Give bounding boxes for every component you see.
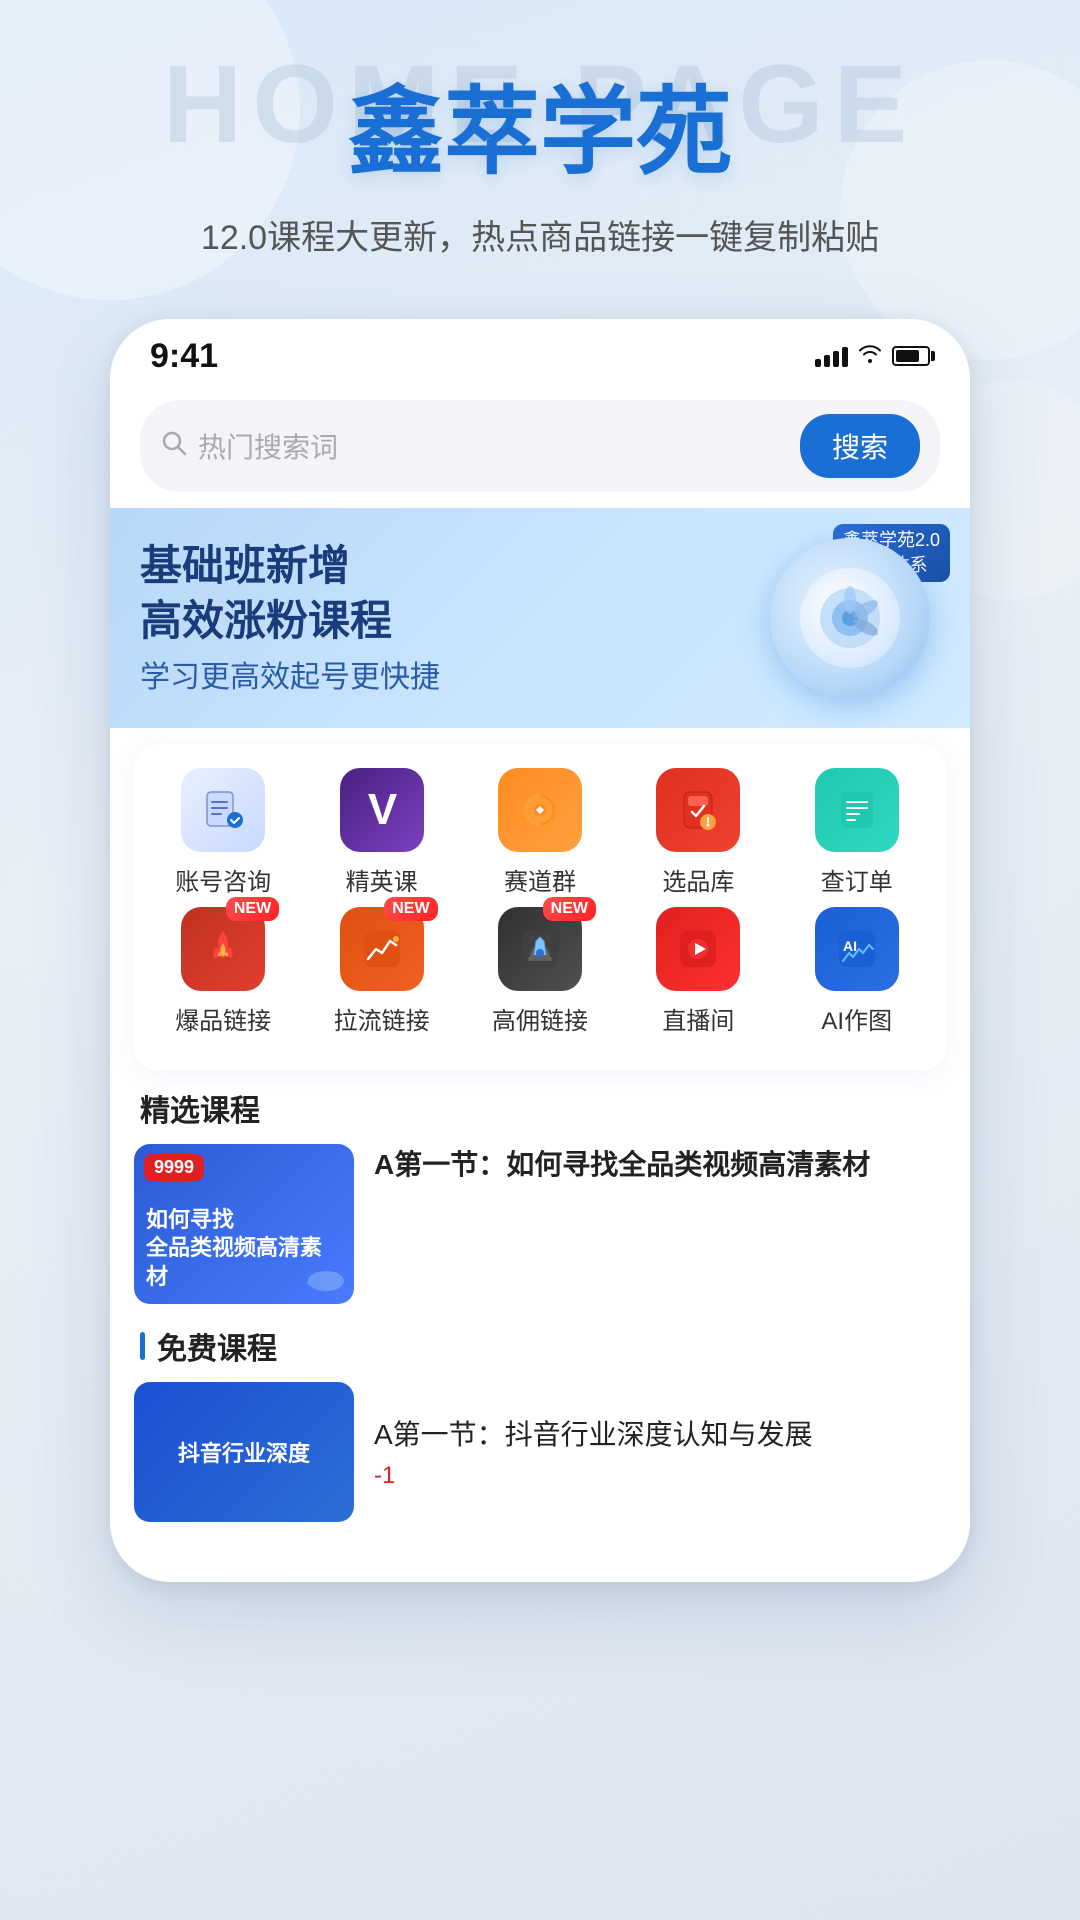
- banner-title-line1: 基础班新增: [140, 539, 760, 594]
- grid-icon-wrap-account: [181, 768, 265, 852]
- search-button[interactable]: 搜索: [800, 414, 920, 478]
- grid-icon-elite: V: [340, 768, 424, 852]
- app-subtitle: 12.0课程大更新，热点商品链接一键复制粘贴: [0, 210, 1080, 259]
- grid-icon-wrap-hot: NEW: [181, 907, 265, 991]
- free-courses-title: 免费课程: [157, 1324, 277, 1368]
- status-icons: [815, 343, 930, 369]
- course-thumb-1: 9999 如何寻找全品类视频高清素材: [134, 1144, 354, 1304]
- course-title-1: A第一节：如何寻找全品类视频高清素材: [374, 1144, 946, 1186]
- free-course-title-1: A第一节：抖音行业深度认知与发展: [374, 1414, 813, 1456]
- phone-mockup: 9:41: [110, 319, 970, 1582]
- grid-icon-ai: AI: [815, 907, 899, 991]
- grid-icon-race: [498, 768, 582, 852]
- status-bar: 9:41: [110, 319, 970, 386]
- bottom-spacing: [110, 1542, 970, 1582]
- grid-item-high[interactable]: NEW 高佣链接: [475, 907, 605, 1036]
- status-time: 9:41: [150, 337, 218, 376]
- banner-text-area: 基础班新增 高效涨粉课程 学习更高效起号更快捷: [140, 539, 760, 696]
- new-badge-high: NEW: [543, 897, 596, 921]
- signal-bar-3: [833, 351, 839, 367]
- search-icon: [160, 429, 188, 462]
- signal-bar-2: [824, 355, 830, 367]
- svg-text:AI: AI: [843, 938, 857, 954]
- free-course-row[interactable]: 抖音行业深度 A第一节：抖音行业深度认知与发展 -1: [110, 1382, 970, 1542]
- grid-icon-wrap-high: NEW: [498, 907, 582, 991]
- grid-label-pull: 拉流链接: [334, 1001, 430, 1036]
- grid-menu-card: 账号咨询 V 精英课: [134, 744, 946, 1070]
- grid-label-order: 查订单: [821, 862, 893, 897]
- banner-subtitle: 学习更高效起号更快捷: [140, 652, 760, 696]
- grid-icon-order: [815, 768, 899, 852]
- grid-row-2: NEW 爆品链接 NEW: [144, 907, 936, 1036]
- grid-item-select[interactable]: 选品库: [633, 768, 763, 897]
- grid-label-hot: 爆品链接: [175, 1001, 271, 1036]
- new-badge-pull: NEW: [384, 897, 437, 921]
- grid-item-order[interactable]: 查订单: [792, 768, 922, 897]
- header-section: HOME PAGE 鑫萃学苑 12.0课程大更新，热点商品链接一键复制粘贴: [0, 0, 1080, 259]
- grid-item-race[interactable]: 赛道群: [475, 768, 605, 897]
- section-divider: [140, 1332, 145, 1360]
- grid-icon-wrap-select: [656, 768, 740, 852]
- grid-label-select: 选品库: [662, 862, 734, 897]
- grid-item-account[interactable]: 账号咨询: [158, 768, 288, 897]
- course-info-1: A第一节：如何寻找全品类视频高清素材: [374, 1144, 946, 1186]
- wifi-icon: [858, 343, 882, 369]
- phone-mockup-wrapper: 9:41: [0, 319, 1080, 1582]
- free-course-sub-1: -1: [374, 1462, 813, 1490]
- grid-icon-wrap-pull: NEW: [340, 907, 424, 991]
- banner: 基础班新增 高效涨粉课程 学习更高效起号更快捷 鑫萃学苑2.0 支付体系: [110, 508, 970, 728]
- course-thumb-badge-1: 9999: [144, 1154, 204, 1181]
- grid-item-pull[interactable]: NEW 拉流链接: [317, 907, 447, 1036]
- free-course-info-1: A第一节：抖音行业深度认知与发展 -1: [374, 1414, 813, 1490]
- banner-image-area: [760, 528, 940, 708]
- grid-row-1: 账号咨询 V 精英课: [144, 768, 936, 897]
- new-badge-hot: NEW: [226, 897, 279, 921]
- grid-label-elite: 精英课: [346, 862, 418, 897]
- signal-bar-1: [815, 359, 821, 367]
- grid-icon-wrap-live: [656, 907, 740, 991]
- grid-icon-account: [181, 768, 265, 852]
- battery-fill: [896, 350, 919, 362]
- free-thumb-text-1: 抖音行业深度: [170, 1428, 318, 1476]
- grid-label-live: 直播间: [662, 1001, 734, 1036]
- grid-label-ai: AI作图: [821, 1001, 892, 1036]
- grid-icon-wrap-order: [815, 768, 899, 852]
- grid-icon-wrap-elite: V: [340, 768, 424, 852]
- signal-bar-4: [842, 347, 848, 367]
- search-bar[interactable]: 热门搜索词 搜索: [140, 400, 940, 492]
- grid-label-race: 赛道群: [504, 862, 576, 897]
- grid-icon-live: [656, 907, 740, 991]
- selected-courses-title: 精选课程: [140, 1086, 260, 1130]
- grid-item-live[interactable]: 直播间: [633, 907, 763, 1036]
- grid-item-elite[interactable]: V 精英课: [317, 768, 447, 897]
- selected-courses-title-wrap: 精选课程: [110, 1086, 970, 1144]
- banner-title-line2: 高效涨粉课程: [140, 594, 760, 649]
- course-card-row[interactable]: 9999 如何寻找全品类视频高清素材 A第一节：如何寻找全品类视频高清素材: [110, 1144, 970, 1324]
- grid-item-ai[interactable]: AI AI作图: [792, 907, 922, 1036]
- grid-icon-select: [656, 768, 740, 852]
- free-thumb-1: 抖音行业深度: [134, 1382, 354, 1522]
- search-input-area[interactable]: 热门搜索词: [160, 426, 790, 466]
- app-title: 鑫萃学苑: [0, 80, 1080, 186]
- signal-bars-icon: [815, 345, 848, 367]
- grid-label-account: 账号咨询: [175, 862, 271, 897]
- grid-label-high: 高佣链接: [492, 1001, 588, 1036]
- free-courses-title-wrap: 免费课程: [110, 1324, 970, 1382]
- banner-inner-circle: [800, 568, 900, 668]
- banner-circle: [770, 538, 930, 698]
- battery-icon: [892, 346, 930, 366]
- grid-icon-wrap-race: [498, 768, 582, 852]
- grid-icon-wrap-ai: AI: [815, 907, 899, 991]
- search-bar-wrap: 热门搜索词 搜索: [110, 386, 970, 508]
- search-placeholder: 热门搜索词: [198, 426, 338, 466]
- grid-item-hot[interactable]: NEW 爆品链接: [158, 907, 288, 1036]
